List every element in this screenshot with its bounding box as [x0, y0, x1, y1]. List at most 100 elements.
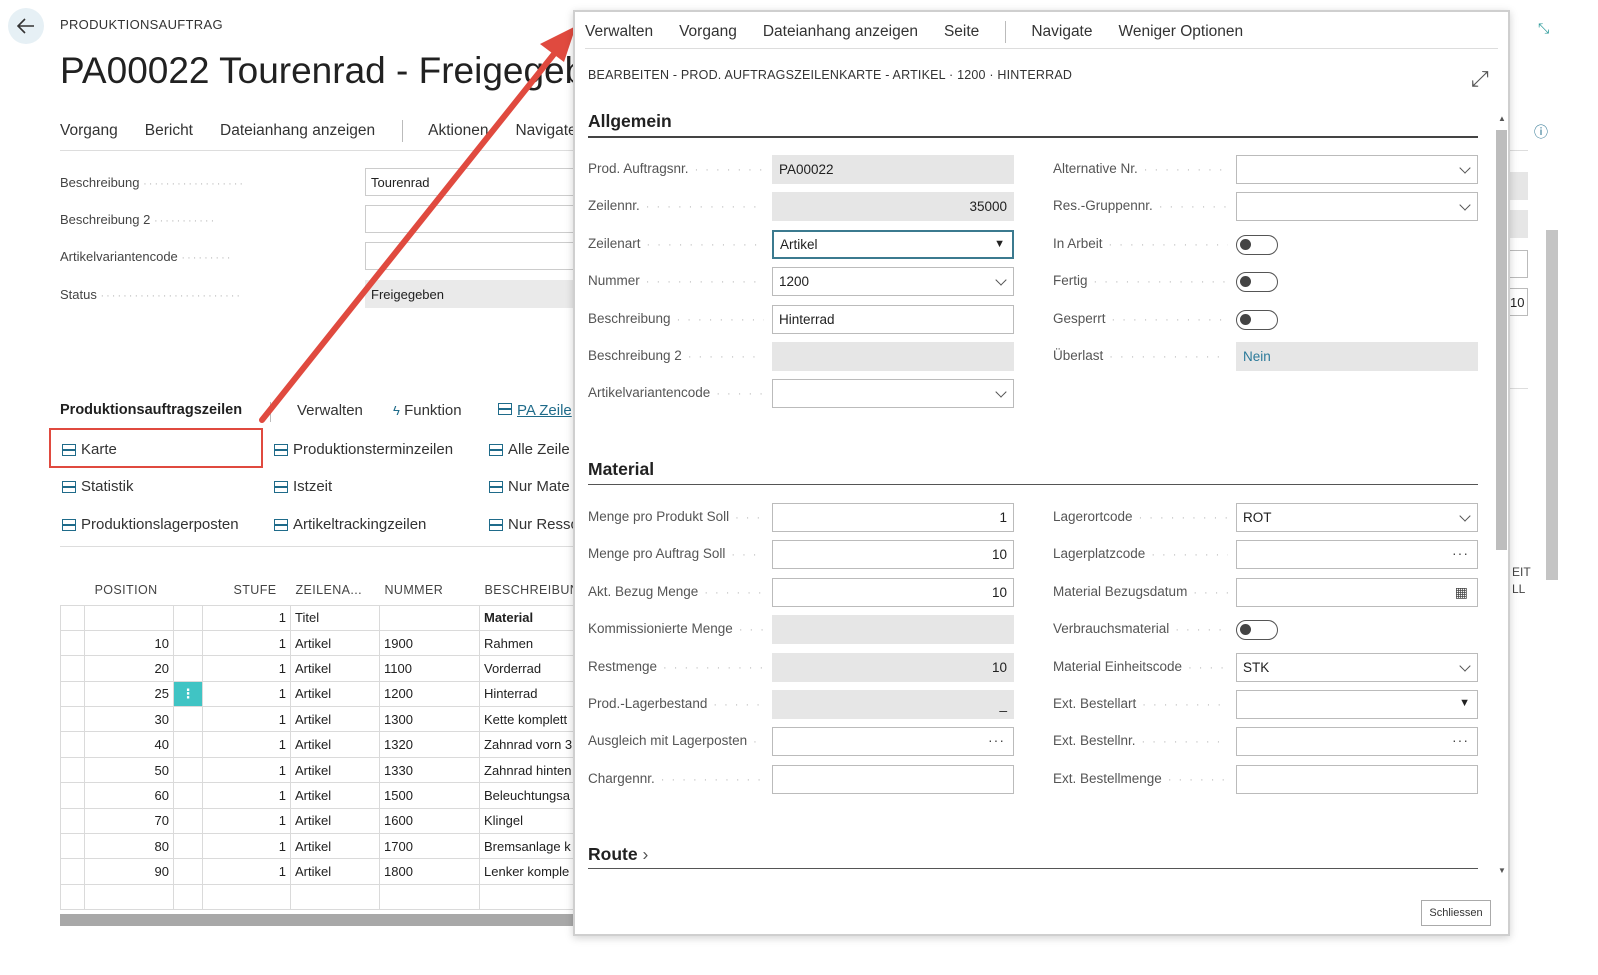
- field-label-beschreibung: Beschreibung ··················: [60, 175, 246, 190]
- ext-bestellnr-input[interactable]: ···: [1236, 727, 1478, 757]
- chevron-down-icon[interactable]: [995, 274, 1007, 286]
- scroll-down-icon[interactable]: ▼: [1498, 866, 1506, 875]
- chevron-down-icon[interactable]: [1459, 659, 1471, 672]
- back-button[interactable]: [8, 8, 44, 44]
- action-istzeit[interactable]: Istzeit: [274, 478, 332, 495]
- dialog-menu-weniger-optionen[interactable]: Weniger Optionen: [1119, 23, 1244, 41]
- col-nummer[interactable]: NUMMER: [380, 575, 480, 605]
- material-bezugsdatum-input[interactable]: ▦: [1236, 577, 1478, 607]
- artikelvariantencode-input[interactable]: [772, 379, 1014, 409]
- action-nur-material[interactable]: Nur Mate: [489, 478, 570, 495]
- table-row[interactable]: 25 ⋮ 1 Artikel 1200 Hinterrad: [60, 680, 585, 708]
- col-stufe[interactable]: STUFE: [203, 575, 291, 605]
- akt-bezug-menge-input[interactable]: 10: [772, 577, 1014, 607]
- lines-menu-funktion[interactable]: ϟ Funktion: [393, 402, 462, 419]
- action-alle-zeilen[interactable]: Alle Zeile: [489, 441, 570, 458]
- cell-handle: [173, 706, 203, 733]
- lookup-ellipsis-icon[interactable]: ···: [1452, 732, 1469, 748]
- scroll-up-icon[interactable]: ▲: [1498, 114, 1506, 123]
- dropdown-arrow-icon[interactable]: ▼: [1459, 697, 1470, 709]
- lookup-ellipsis-icon[interactable]: ···: [1452, 545, 1469, 561]
- dialog-scrollbar[interactable]: ▲ ▼: [1496, 114, 1507, 880]
- action-nur-ressourcen[interactable]: Nur Resso: [489, 516, 579, 533]
- alternative-nr-input[interactable]: [1236, 155, 1478, 184]
- cell-nummer: 1100: [379, 655, 480, 682]
- fertig-toggle[interactable]: [1236, 272, 1278, 293]
- dropdown-arrow-icon[interactable]: ▼: [994, 238, 1005, 250]
- gesperrt-toggle[interactable]: [1236, 309, 1278, 330]
- beschreibung-input[interactable]: Tourenrad: [365, 168, 575, 196]
- dialog-menu-vorgang[interactable]: Vorgang: [679, 23, 737, 41]
- cell-position: 60: [84, 782, 174, 809]
- col-zeilenart[interactable]: ZEILENA...: [291, 575, 380, 605]
- action-produktionslagerposten[interactable]: Produktionslagerposten: [62, 516, 239, 533]
- close-button[interactable]: Schliessen: [1421, 900, 1491, 926]
- in-arbeit-toggle[interactable]: [1236, 234, 1278, 255]
- table-row[interactable]: 30 1 Artikel 1300 Kette komplett: [60, 706, 585, 733]
- material-einheitscode-input[interactable]: STK: [1236, 652, 1478, 682]
- collapse-icon[interactable]: ⤡: [1538, 20, 1549, 37]
- cell-beschreibung: Hinterrad: [479, 680, 585, 708]
- action-aktionen[interactable]: Aktionen: [428, 122, 488, 142]
- table-row[interactable]: 70 1 Artikel 1600 Klingel: [60, 807, 585, 835]
- action-artikeltrackingzeilen[interactable]: Artikeltrackingzeilen: [274, 516, 426, 533]
- ext-bestellmenge-input[interactable]: [1236, 764, 1478, 794]
- zeilenart-input[interactable]: Artikel ▼: [772, 229, 1014, 259]
- action-produktionsterminzeilen[interactable]: Produktionsterminzeilen: [274, 441, 453, 458]
- cell-nummer: 1200: [379, 680, 480, 708]
- dialog-menu-dateianhang[interactable]: Dateianhang anzeigen: [763, 23, 918, 41]
- chevron-down-icon[interactable]: [1459, 162, 1471, 174]
- lookup-ellipsis-icon[interactable]: ···: [988, 732, 1005, 748]
- table-row[interactable]: 80 1 Artikel 1700 Bremsanlage k: [60, 833, 585, 860]
- beschreibung2-input[interactable]: [365, 205, 575, 233]
- restmenge-value: 10: [772, 652, 1014, 682]
- table-row[interactable]: 50 1 Artikel 1330 Zahnrad hinten: [60, 756, 585, 784]
- col-beschreibung[interactable]: BESCHREIBUN: [480, 575, 585, 605]
- ausgleich-mit-lagerposten-input[interactable]: ···: [772, 727, 1014, 757]
- chargennr-input[interactable]: [772, 764, 1014, 794]
- variantencode-input[interactable]: [365, 242, 575, 270]
- row-menu-icon[interactable]: ⋮: [173, 680, 203, 708]
- ext-bestellart-input[interactable]: ▼: [1236, 690, 1478, 719]
- nummer-input[interactable]: 1200: [772, 267, 1014, 297]
- beschreibung-input[interactable]: Hinterrad: [772, 304, 1014, 334]
- expand-icon[interactable]: ⤢: [1471, 66, 1489, 92]
- verbrauchsmaterial-toggle[interactable]: [1236, 620, 1278, 641]
- chevron-down-icon[interactable]: [1459, 199, 1471, 212]
- table-row[interactable]: 1 Titel Material: [60, 604, 585, 631]
- action-statistik[interactable]: Statistik: [62, 478, 134, 495]
- action-vorgang[interactable]: Vorgang: [60, 122, 118, 142]
- table-row[interactable]: 60 1 Artikel 1500 Beleuchtungsa: [60, 782, 585, 809]
- lagerortcode-input[interactable]: ROT: [1236, 503, 1478, 532]
- chevron-down-icon[interactable]: [1459, 510, 1471, 522]
- info-icon[interactable]: ⓘ: [1534, 122, 1548, 142]
- action-navigate[interactable]: Navigate: [515, 122, 576, 142]
- dialog-menu-seite[interactable]: Seite: [944, 23, 979, 41]
- section-route-title[interactable]: Route ›: [588, 844, 648, 865]
- col-position[interactable]: POSITION: [85, 575, 174, 605]
- scrollbar-thumb[interactable]: [1496, 130, 1507, 550]
- table-row[interactable]: 20 1 Artikel 1100 Vorderrad: [60, 655, 585, 682]
- action-dateianhang[interactable]: Dateianhang anzeigen: [220, 122, 375, 142]
- dialog-menu-navigate[interactable]: Navigate: [1031, 23, 1092, 41]
- menge-pro-auftrag-soll-input[interactable]: 10: [772, 540, 1014, 570]
- row-selector: [60, 807, 85, 835]
- res-gruppennr-input[interactable]: [1236, 192, 1478, 222]
- calendar-icon[interactable]: ▦: [1455, 584, 1469, 601]
- lines-menu-pa-zeile[interactable]: PA Zeile: [498, 402, 572, 419]
- menge-pro-produkt-soll-input[interactable]: 1: [772, 503, 1014, 532]
- table-row[interactable]: 90 1 Artikel 1800 Lenker komple: [60, 858, 585, 885]
- section-material-title[interactable]: Material: [588, 459, 654, 480]
- table-row[interactable]: 40 1 Artikel 1320 Zahnrad vorn 3: [60, 731, 585, 758]
- chevron-down-icon[interactable]: [995, 386, 1007, 399]
- action-bericht[interactable]: Bericht: [145, 122, 193, 142]
- section-allgemein-title[interactable]: Allgemein: [588, 111, 672, 132]
- table-row[interactable]: [60, 883, 585, 911]
- table-row[interactable]: 10 1 Artikel 1900 Rahmen: [60, 629, 585, 657]
- lagerplatzcode-input[interactable]: ···: [1236, 540, 1478, 570]
- label-prod-auftragsnr: Prod. Auftragsnr.· · · · · · · · · · · ·…: [588, 161, 764, 176]
- horizontal-scrollbar[interactable]: [60, 914, 573, 926]
- dialog-menu-verwalten[interactable]: Verwalten: [585, 23, 653, 41]
- page-scrollbar[interactable]: [1546, 230, 1558, 580]
- lines-menu-verwalten[interactable]: Verwalten: [297, 402, 363, 419]
